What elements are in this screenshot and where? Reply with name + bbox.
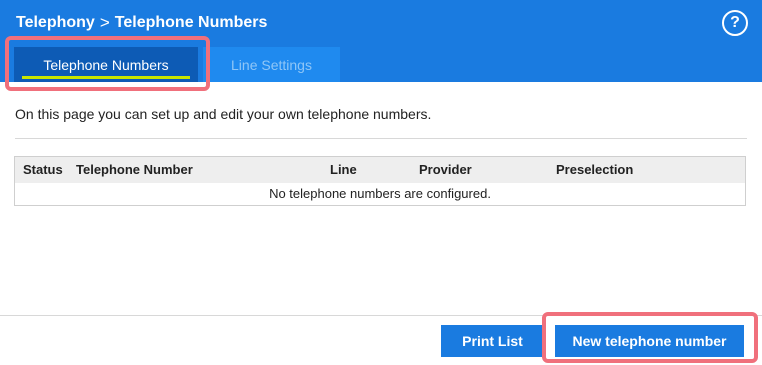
- empty-table-message: No telephone numbers are configured.: [269, 186, 491, 201]
- intro-text: On this page you can set up and edit you…: [15, 106, 432, 122]
- divider: [15, 138, 747, 139]
- table-header-row: Status Telephone Number Line Provider Pr…: [15, 157, 745, 183]
- breadcrumb-telephony[interactable]: Telephony: [16, 14, 95, 32]
- breadcrumb-telephone-numbers: Telephone Numbers: [114, 14, 268, 31]
- header-bar: Telephony > Telephone Numbers ? Telephon…: [0, 0, 762, 82]
- telephone-numbers-table: Status Telephone Number Line Provider Pr…: [14, 156, 746, 206]
- column-header-provider: Provider: [419, 162, 472, 177]
- column-header-line: Line: [330, 162, 357, 177]
- new-telephone-number-button[interactable]: New telephone number: [555, 325, 744, 357]
- active-tab-indicator: [22, 76, 190, 79]
- tab-label: Line Settings: [231, 56, 312, 73]
- footer-divider: [0, 315, 762, 316]
- tab-telephone-numbers[interactable]: Telephone Numbers: [14, 47, 198, 82]
- column-header-telephone-number: Telephone Number: [76, 162, 193, 177]
- help-icon[interactable]: ?: [722, 10, 748, 36]
- tab-label: Telephone Numbers: [43, 56, 169, 73]
- column-header-status: Status: [23, 162, 63, 177]
- tab-line-settings[interactable]: Line Settings: [203, 47, 340, 82]
- column-header-preselection: Preselection: [556, 162, 634, 177]
- breadcrumb-separator: >: [99, 13, 110, 32]
- breadcrumb: Telephony > Telephone Numbers: [16, 13, 267, 33]
- print-list-button[interactable]: Print List: [441, 325, 544, 357]
